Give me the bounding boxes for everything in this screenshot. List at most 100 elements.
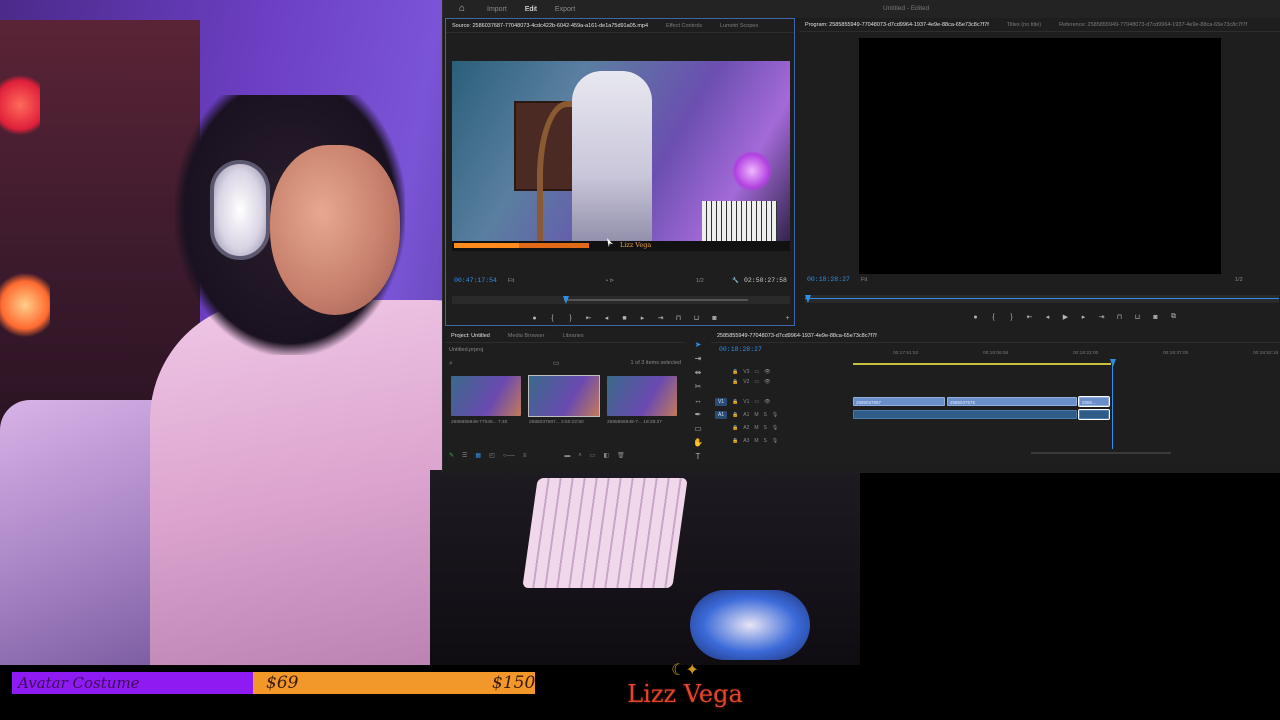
tab-reference[interactable]: Reference: 2585855949-77048073-d7cd9964-…: [1059, 22, 1247, 28]
tab-sequence[interactable]: 2585855949-77048073-d7cd9964-1937-4e9e-8…: [717, 333, 877, 339]
step-forward-icon[interactable]: ▸: [1079, 313, 1088, 321]
tab-libraries[interactable]: Libraries: [563, 333, 584, 339]
step-forward-icon[interactable]: ▸: [638, 314, 647, 322]
stop-icon[interactable]: ■: [620, 315, 629, 322]
add-marker-icon[interactable]: ●: [971, 314, 980, 321]
workspace-import[interactable]: Import: [487, 6, 507, 13]
clip-duration: 7:40: [497, 420, 508, 425]
add-button-icon[interactable]: +: [783, 315, 792, 322]
document-title: Untitled - Edited: [883, 5, 930, 12]
program-resolution[interactable]: 1/2: [1235, 277, 1243, 283]
slip-icon[interactable]: ↔: [691, 395, 705, 407]
source-fit-dropdown[interactable]: Fit: [508, 278, 514, 284]
project-item-selected[interactable]: 2586037687... 2:50:22:50: [528, 375, 600, 425]
comparison-view-icon[interactable]: ⧉: [1169, 313, 1178, 321]
project-footer: ✎ ☰ ▦ ◰ ○── ≡ ▬ ⌕ ▭ ◧ 🗑: [449, 452, 681, 459]
track-header-a1[interactable]: A1 🔒 A1 M S 🎙: [715, 410, 843, 419]
sort-icon[interactable]: ≡: [523, 453, 527, 459]
program-timecode[interactable]: 00:18:28:27: [807, 276, 850, 283]
add-marker-icon[interactable]: ●: [530, 315, 539, 322]
lift-icon[interactable]: ⊓: [1115, 313, 1124, 321]
pen-icon[interactable]: ✒: [691, 409, 705, 421]
tab-effect-controls[interactable]: Effect Controls: [666, 23, 702, 29]
step-back-icon[interactable]: ◂: [602, 314, 611, 322]
search-icon[interactable]: ⌕: [449, 360, 453, 368]
mark-in-icon[interactable]: {: [548, 315, 557, 322]
workspace-export[interactable]: Export: [555, 6, 575, 13]
new-item-icon[interactable]: ◧: [603, 452, 609, 459]
timeline-clip-selected[interactable]: 2586...: [1078, 396, 1110, 407]
settings-icon[interactable]: ▪ ⊳: [606, 278, 614, 284]
timeline-zoom-scrollbar[interactable]: [1031, 452, 1171, 454]
track-header-v1[interactable]: V1 🔒 V1 ▭ 👁: [715, 397, 843, 406]
project-panel: Project: Untitled Media Browser Librarie…: [445, 329, 685, 463]
workspace-edit[interactable]: Edit: [525, 6, 537, 13]
tab-program[interactable]: Program: 2585855949-77048073-d7cd9964-19…: [805, 22, 989, 28]
hand-icon[interactable]: ✋: [691, 437, 705, 449]
icon-view-icon[interactable]: ▦: [475, 452, 481, 459]
go-to-out-icon[interactable]: ⇥: [656, 314, 665, 322]
export-frame-icon[interactable]: ◙: [1151, 314, 1160, 321]
time-ruler[interactable]: 00:17:51:52 00:18:06:56 00:18:22:00 00:1…: [853, 351, 1278, 361]
track-header-a3[interactable]: 🔒 A3 M S 🎙: [715, 436, 843, 445]
moon-crest-icon: ☾✦: [671, 662, 699, 679]
tab-titles[interactable]: Titles (no title): [1007, 22, 1041, 28]
extract-icon[interactable]: ⊔: [1133, 313, 1142, 321]
mark-out-icon[interactable]: }: [566, 315, 575, 322]
play-icon[interactable]: ▶: [1061, 313, 1070, 321]
work-area-bar[interactable]: [853, 363, 1111, 365]
tab-media-browser[interactable]: Media Browser: [508, 333, 545, 339]
source-video-frame[interactable]: Lizz Vega: [452, 61, 790, 251]
lower-third-bar: [454, 243, 519, 248]
program-scrubber[interactable]: [805, 295, 1279, 303]
timeline-timecode[interactable]: 00:18:28:27: [719, 346, 762, 353]
go-to-in-icon[interactable]: ⇤: [584, 314, 593, 322]
program-fit-dropdown[interactable]: Fit: [861, 277, 867, 283]
timeline-clip[interactable]: 2586037687: [853, 397, 945, 406]
track-header-v2[interactable]: 🔒 V2 ▭ 👁: [715, 377, 843, 386]
razor-icon[interactable]: ✂: [691, 381, 705, 393]
project-item[interactable]: 2585855949-77048... 7:40: [451, 376, 521, 425]
trash-icon[interactable]: 🗑: [617, 452, 625, 459]
tools-panel: ➤ ⇥ ⇹ ✂ ↔ ✒ ▭ ✋ T: [687, 329, 709, 463]
new-bin-icon[interactable]: ▭: [553, 359, 560, 367]
new-bin-icon[interactable]: ▭: [590, 452, 596, 459]
insert-icon[interactable]: ⊓: [674, 314, 683, 322]
program-monitor: Program: 2585855949-77048073-d7cd9964-19…: [799, 18, 1280, 326]
track-header-a2[interactable]: 🔒 A2 M S 🎙: [715, 423, 843, 432]
track-header-v3[interactable]: 🔒 V3 ▭ 👁: [715, 367, 843, 376]
source-scrubber[interactable]: [452, 296, 790, 304]
wrench-icon[interactable]: 🔧: [732, 278, 739, 284]
source-resolution[interactable]: 1/2: [696, 278, 704, 284]
zoom-slider[interactable]: ○──: [503, 453, 515, 459]
freeform-view-icon[interactable]: ◰: [489, 452, 495, 459]
mark-out-icon[interactable]: }: [1007, 314, 1016, 321]
home-icon[interactable]: ⌂: [455, 3, 469, 15]
source-timecode[interactable]: 00:47:17:54: [454, 277, 497, 284]
list-view-icon[interactable]: ☰: [462, 452, 467, 459]
type-icon[interactable]: T: [691, 451, 705, 463]
program-video-frame[interactable]: [859, 38, 1221, 274]
selection-tool-icon[interactable]: ➤: [691, 339, 705, 351]
find-icon[interactable]: ⌕: [578, 452, 581, 459]
audio-clip[interactable]: [853, 410, 1077, 419]
tab-project[interactable]: Project: Untitled: [451, 333, 490, 339]
project-item[interactable]: 2585855949-7... 18:28:27: [607, 376, 677, 425]
track-select-icon[interactable]: ⇥: [691, 353, 705, 365]
audio-clip-selected[interactable]: [1078, 409, 1110, 420]
goal-label: Avatar Costume: [18, 674, 140, 692]
goal-target: $150: [492, 673, 536, 693]
automate-icon[interactable]: ▬: [564, 453, 570, 459]
tab-lumetri-scopes[interactable]: Lumetri Scopes: [720, 23, 758, 29]
export-frame-icon[interactable]: ◙: [710, 315, 719, 322]
overwrite-icon[interactable]: ⊔: [692, 314, 701, 322]
timeline-clip[interactable]: 2586037676: [947, 397, 1077, 406]
mark-in-icon[interactable]: {: [989, 314, 998, 321]
pencil-icon[interactable]: ✎: [449, 452, 454, 459]
ripple-edit-icon[interactable]: ⇹: [691, 367, 705, 379]
rectangle-icon[interactable]: ▭: [691, 423, 705, 435]
go-to-out-icon[interactable]: ⇥: [1097, 313, 1106, 321]
go-to-in-icon[interactable]: ⇤: [1025, 313, 1034, 321]
step-back-icon[interactable]: ◂: [1043, 313, 1052, 321]
tab-source[interactable]: Source: 2586037687-77048073-4cdc422b-604…: [452, 23, 648, 29]
